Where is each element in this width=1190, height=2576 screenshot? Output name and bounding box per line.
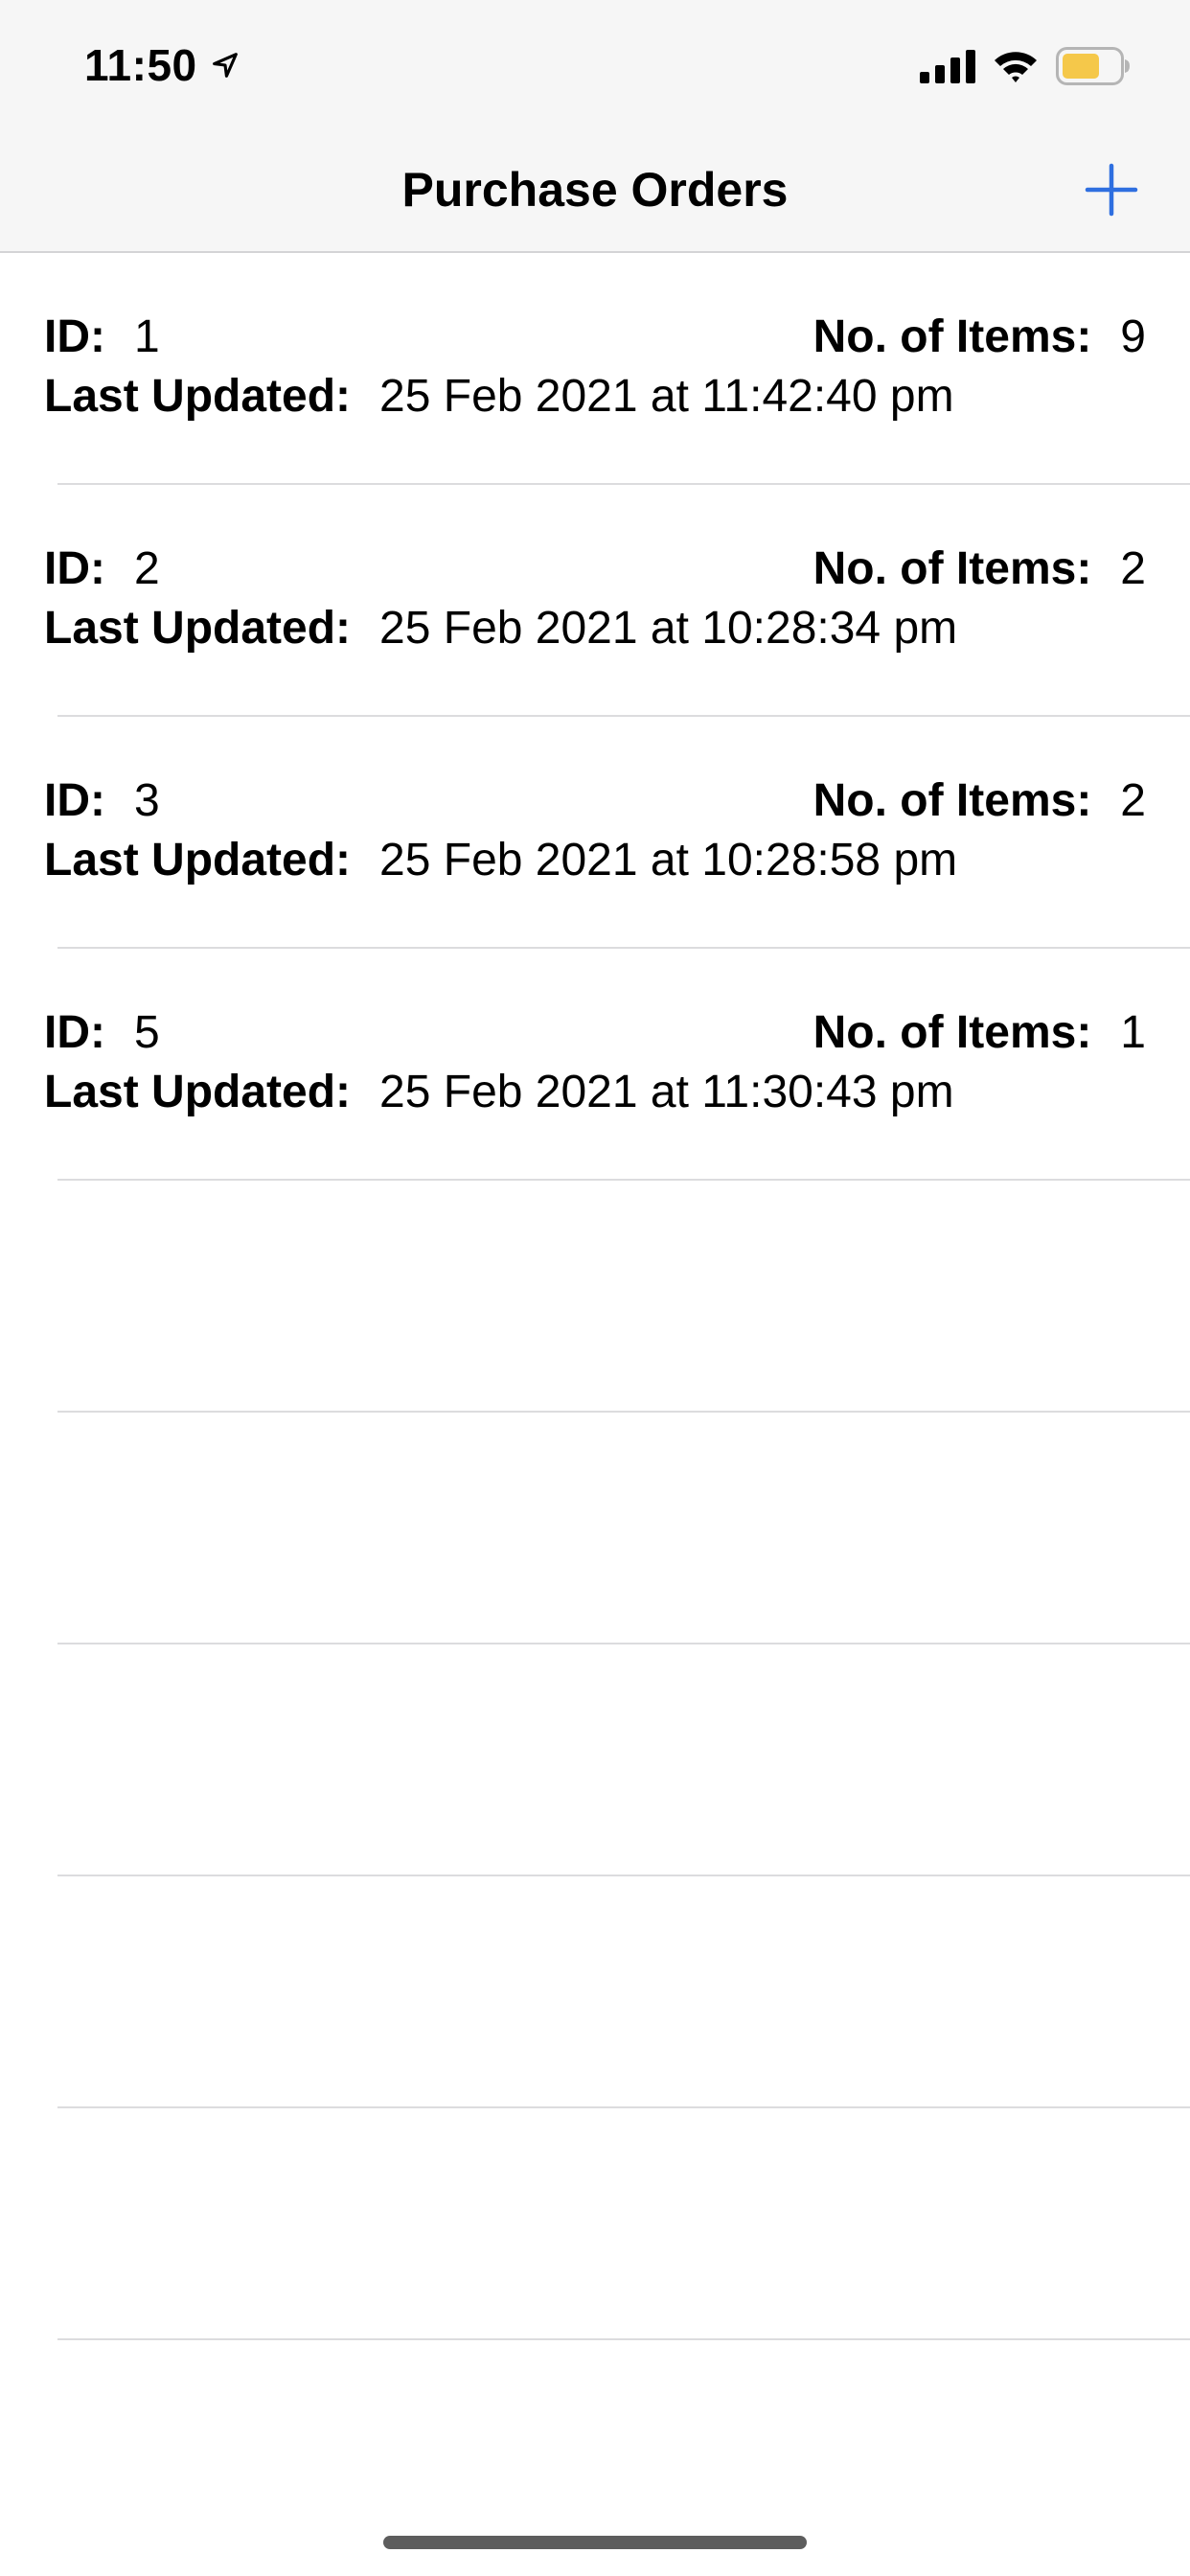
- purchase-order-list: ID: 1 No. of Items: 9 Last Updated: 25 Feb …: [0, 253, 1190, 2340]
- updated-value: 25 Feb 2021 at 11:30:43 pm: [379, 1067, 954, 1117]
- order-id: ID: 5: [44, 1004, 160, 1062]
- items-value: 2: [1120, 543, 1146, 594]
- order-row[interactable]: ID: 2 No. of Items: 2 Last Updated: 25 Feb …: [0, 485, 1190, 717]
- home-indicator[interactable]: [383, 2536, 807, 2549]
- order-item-count: No. of Items: 9: [813, 309, 1146, 366]
- battery-icon: [1056, 47, 1130, 85]
- id-value: 1: [133, 311, 160, 362]
- order-item-count: No. of Items: 1: [813, 1004, 1146, 1062]
- updated-label: Last Updated:: [44, 371, 352, 422]
- items-label: No. of Items:: [812, 311, 1092, 362]
- items-label: No. of Items:: [812, 543, 1092, 594]
- id-value: 5: [133, 1007, 160, 1058]
- id-label: ID:: [44, 1007, 105, 1058]
- status-icons: [920, 42, 1131, 90]
- order-row[interactable]: ID: 1 No. of Items: 9 Last Updated: 25 Feb …: [0, 253, 1190, 485]
- order-last-updated: Last Updated: 25 Feb 2021 at 10:28:58 pm: [44, 832, 1146, 889]
- empty-row: [0, 1644, 1190, 1876]
- empty-row: [0, 2108, 1190, 2340]
- items-value: 9: [1120, 311, 1146, 362]
- empty-row: [0, 1181, 1190, 1413]
- updated-value: 25 Feb 2021 at 11:42:40 pm: [379, 371, 954, 422]
- id-value: 2: [133, 543, 160, 594]
- id-label: ID:: [44, 775, 105, 826]
- order-item-count: No. of Items: 2: [813, 772, 1146, 830]
- page-title: Purchase Orders: [401, 163, 789, 217]
- order-last-updated: Last Updated: 25 Feb 2021 at 10:28:34 pm: [44, 600, 1146, 657]
- updated-label: Last Updated:: [44, 603, 352, 654]
- add-order-button[interactable]: [1075, 153, 1148, 226]
- updated-value: 25 Feb 2021 at 10:28:34 pm: [379, 603, 958, 654]
- id-value: 3: [133, 775, 160, 826]
- order-id: ID: 2: [44, 540, 160, 598]
- order-last-updated: Last Updated: 25 Feb 2021 at 11:42:40 pm: [44, 368, 1146, 426]
- order-item-count: No. of Items: 2: [813, 540, 1146, 598]
- order-row[interactable]: ID: 5 No. of Items: 1 Last Updated: 25 Feb …: [0, 949, 1190, 1181]
- navigation-bar: 11:50 Purchase Orders: [0, 0, 1190, 253]
- plus-icon: [1085, 163, 1138, 217]
- items-label: No. of Items:: [812, 1007, 1092, 1058]
- items-value: 2: [1120, 775, 1146, 826]
- id-label: ID:: [44, 543, 105, 594]
- order-id: ID: 1: [44, 309, 160, 366]
- empty-row: [0, 1413, 1190, 1644]
- status-time-text: 11:50: [84, 40, 197, 90]
- cellular-signal-icon: [920, 50, 975, 83]
- items-label: No. of Items:: [812, 775, 1092, 826]
- items-value: 1: [1120, 1007, 1146, 1058]
- order-id: ID: 3: [44, 772, 160, 830]
- updated-value: 25 Feb 2021 at 10:28:58 pm: [379, 835, 958, 886]
- empty-row: [0, 1876, 1190, 2108]
- order-row[interactable]: ID: 3 No. of Items: 2 Last Updated: 25 Feb …: [0, 717, 1190, 949]
- location-arrow-icon: [212, 53, 238, 78]
- order-last-updated: Last Updated: 25 Feb 2021 at 11:30:43 pm: [44, 1064, 1146, 1121]
- updated-label: Last Updated:: [44, 835, 352, 886]
- updated-label: Last Updated:: [44, 1067, 352, 1117]
- id-label: ID:: [44, 311, 105, 362]
- wifi-icon: [995, 52, 1037, 82]
- status-time: 11:50: [84, 38, 241, 92]
